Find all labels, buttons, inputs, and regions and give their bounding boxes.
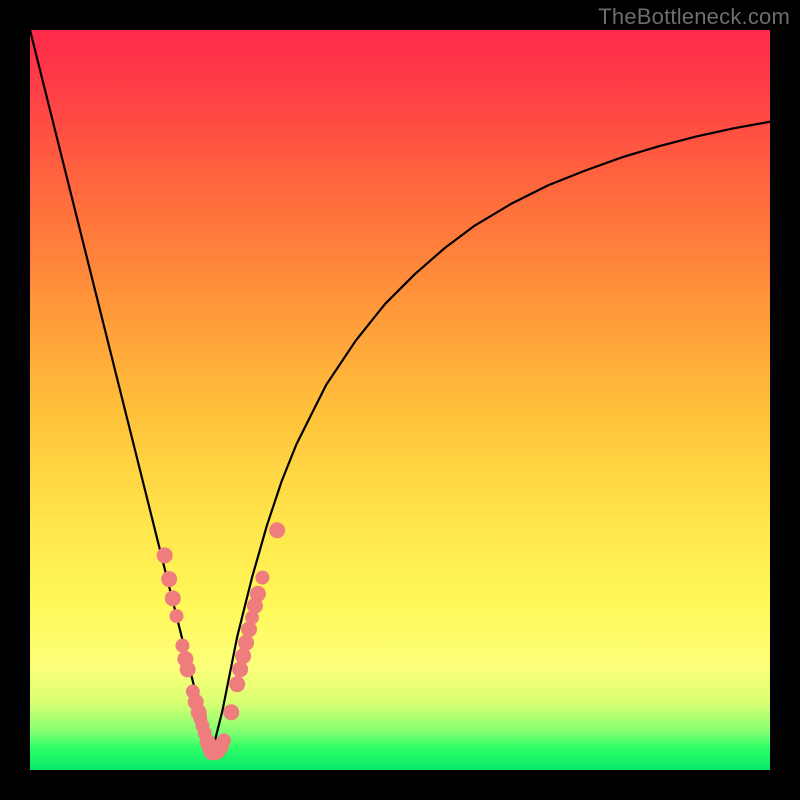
- sample-point: [165, 590, 181, 606]
- sample-point: [161, 571, 177, 587]
- sample-point: [175, 639, 189, 653]
- sample-point: [235, 648, 251, 664]
- sample-point: [180, 661, 196, 677]
- plot-area: [30, 30, 770, 770]
- sample-point: [238, 635, 254, 651]
- bottleneck-curve: [30, 30, 770, 755]
- sample-point: [157, 547, 173, 563]
- sample-point: [229, 676, 245, 692]
- sample-point: [269, 522, 285, 538]
- sample-point: [250, 586, 266, 602]
- watermark-text: TheBottleneck.com: [598, 4, 790, 30]
- sample-point: [170, 609, 184, 623]
- sample-point: [217, 733, 231, 747]
- curve-layer: [30, 30, 770, 770]
- sample-point: [255, 571, 269, 585]
- chart-frame: TheBottleneck.com: [0, 0, 800, 800]
- sample-point: [223, 704, 239, 720]
- sample-point: [232, 661, 248, 677]
